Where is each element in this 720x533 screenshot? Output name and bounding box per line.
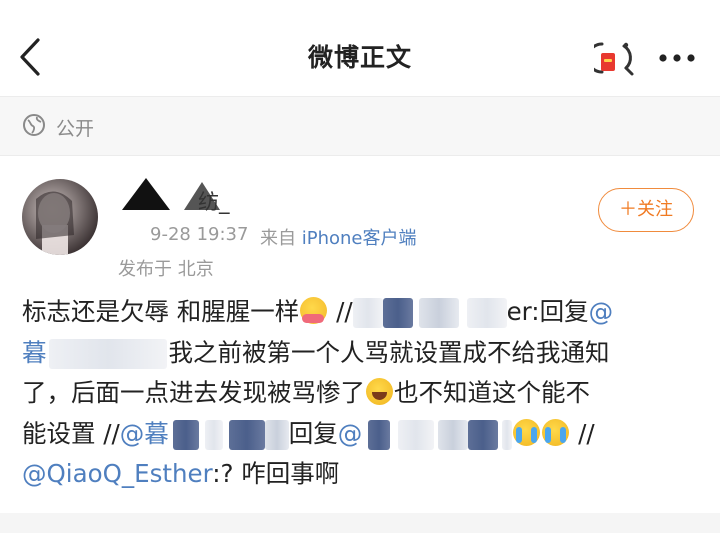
crying-emoji-icon bbox=[542, 418, 570, 446]
visibility-bar: 公开 bbox=[0, 97, 720, 156]
post-line-3: 了，后面一点进去发现被骂惨了 也不知道这个能不 bbox=[22, 373, 702, 414]
mention-link[interactable]: @ bbox=[338, 419, 363, 448]
redacted-text bbox=[264, 419, 289, 450]
redacted-text bbox=[468, 419, 499, 450]
redacted-text bbox=[352, 298, 383, 328]
hug-emoji-icon bbox=[300, 297, 328, 324]
post-text: 我之前被第一个人骂就设置成不给我通知 bbox=[168, 337, 610, 367]
post-source: 来自 iPhone客户端 bbox=[260, 224, 417, 250]
redacted-text bbox=[438, 419, 469, 450]
more-icon[interactable] bbox=[654, 44, 700, 72]
laugh-cry-emoji-icon bbox=[366, 378, 393, 405]
section-divider bbox=[0, 513, 720, 533]
mention-link[interactable]: @QiaoQ_Esther bbox=[22, 459, 212, 488]
repost-separator: // bbox=[328, 297, 353, 326]
redacted-text bbox=[418, 298, 459, 328]
post-line-4: 能设置 //@暮 回复@ // bbox=[22, 414, 702, 455]
crying-emoji-icon bbox=[513, 418, 541, 446]
top-nav-bar: 微博正文 bbox=[0, 0, 720, 97]
post-body: 标志还是欠辱 和腥腥一样 //er:回复@ 暮我之前被第一个人骂就设置成不给我通… bbox=[22, 292, 702, 495]
redacted-text bbox=[172, 419, 199, 450]
post-text: 能设置 // bbox=[22, 418, 120, 448]
source-prefix: 来自 bbox=[260, 228, 296, 249]
post-text: 标志还是欠辱 和腥腥一样 bbox=[22, 297, 300, 326]
post-text: :? 咋回事啊 bbox=[212, 459, 340, 488]
follow-button[interactable]: ＋关注 bbox=[598, 188, 694, 232]
redacted-text bbox=[368, 419, 391, 450]
repost-separator: // bbox=[570, 418, 595, 448]
post-text: 了，后面一点进去发现被骂惨了 bbox=[22, 378, 365, 407]
redacted-text bbox=[466, 298, 507, 328]
post-line-5: @QiaoQ_Esther:? 咋回事啊 bbox=[22, 454, 702, 495]
post-line-2: 暮 我之前被第一个人骂就设置成不给我通知 bbox=[22, 333, 702, 374]
redacted-text bbox=[228, 419, 265, 450]
redacted-text bbox=[502, 419, 513, 450]
post-line-1: 标志还是欠辱 和腥腥一样 // er:回复@ bbox=[22, 292, 702, 333]
username[interactable]: 纺_ bbox=[198, 186, 230, 216]
redacted-text bbox=[382, 298, 413, 328]
visibility-label: 公开 bbox=[56, 118, 95, 140]
post-time: 9-28 19:37 bbox=[150, 224, 249, 245]
globe-icon bbox=[22, 113, 46, 137]
redacted-text bbox=[204, 419, 223, 450]
redacted-text bbox=[398, 419, 435, 450]
source-app-link[interactable]: iPhone客户端 bbox=[302, 228, 417, 249]
avatar[interactable] bbox=[22, 179, 98, 255]
mention-link[interactable]: @暮 bbox=[120, 419, 169, 448]
redacted-text bbox=[48, 338, 167, 369]
red-envelope-icon[interactable] bbox=[586, 38, 636, 78]
post-text: er:回复 bbox=[506, 297, 589, 326]
mention-link[interactable]: @ bbox=[589, 297, 614, 326]
reply-text: 回复 bbox=[288, 418, 338, 448]
post-location: 发布于 北京 bbox=[118, 259, 214, 280]
mention-link[interactable]: 暮 bbox=[22, 338, 47, 367]
post-text: 也不知道这个能不 bbox=[394, 378, 590, 407]
